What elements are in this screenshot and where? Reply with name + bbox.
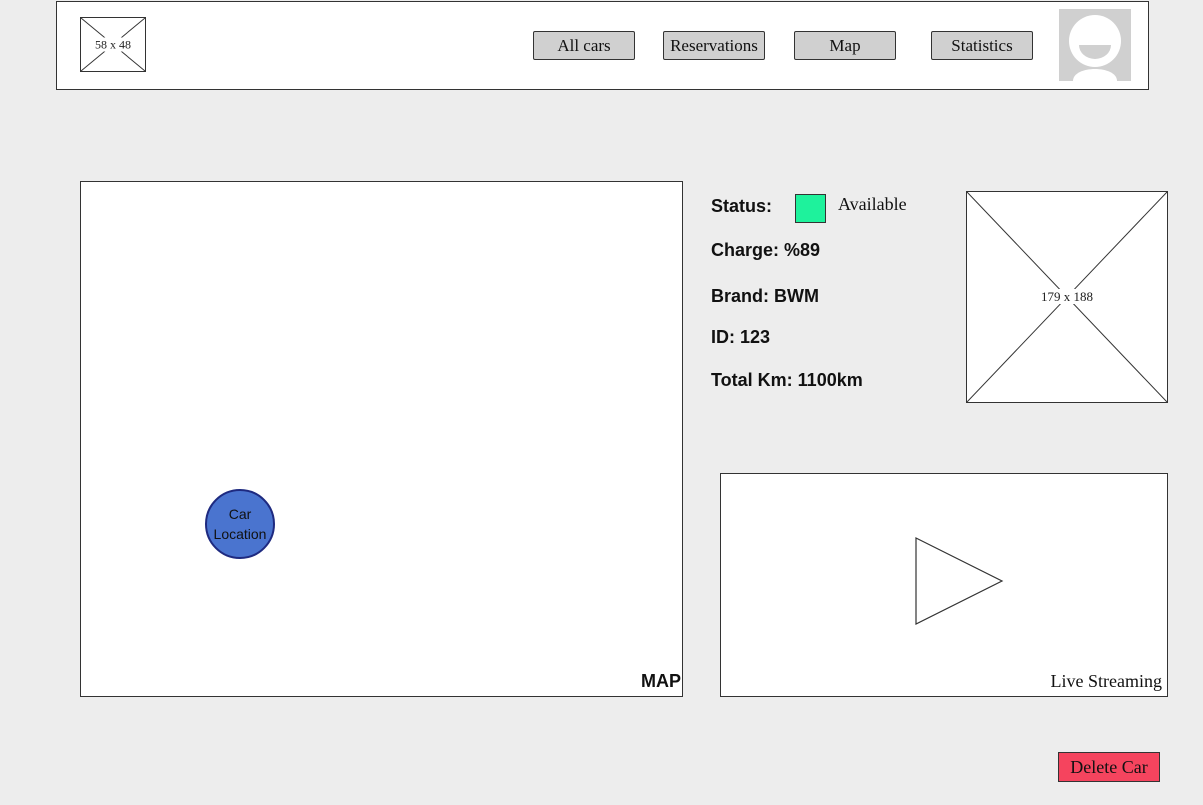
logo-placeholder-label: 58 x 48 (93, 37, 133, 51)
car-location-label-line2: Location (213, 526, 267, 542)
nav-button-reservations[interactable]: Reservations (663, 31, 765, 60)
live-stream-video[interactable]: Live Streaming (720, 473, 1168, 697)
car-image-placeholder: 179 x 188 (966, 191, 1168, 403)
user-avatar-icon (1069, 15, 1121, 81)
status-indicator (795, 194, 826, 223)
charge-text: Charge: %89 (711, 240, 821, 260)
id-text: ID: 123 (711, 327, 771, 347)
status-value: Available (838, 194, 907, 214)
delete-car-button[interactable]: Delete Car (1058, 752, 1160, 782)
map-label: MAP (641, 671, 681, 691)
live-streaming-label: Live Streaming (1050, 671, 1162, 691)
logo-placeholder: 58 x 48 (80, 17, 146, 72)
nav-button-all-cars[interactable]: All cars (533, 31, 635, 60)
play-icon[interactable] (915, 537, 1005, 627)
brand-text: Brand: BWM (711, 286, 819, 306)
map-panel[interactable]: Car Location MAP (80, 181, 683, 697)
nav-button-map[interactable]: Map (794, 31, 896, 60)
total-km-text: Total Km: 1100km (711, 370, 863, 390)
car-location-marker[interactable]: Car Location (205, 489, 275, 559)
status-label: Status: (711, 196, 773, 216)
nav-button-statistics[interactable]: Statistics (931, 31, 1033, 60)
car-image-placeholder-label: 179 x 188 (1039, 289, 1095, 304)
avatar[interactable] (1059, 9, 1131, 81)
car-location-label-line1: Car (228, 506, 252, 522)
